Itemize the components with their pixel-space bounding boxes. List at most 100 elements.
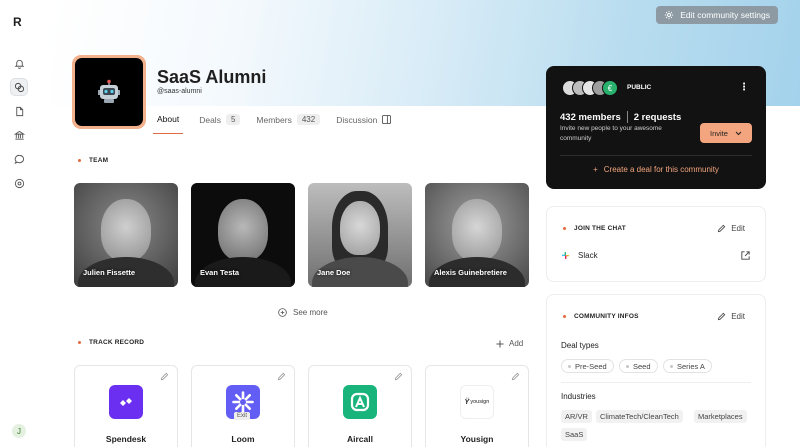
tab-label: Deals [199,114,221,125]
deal-name: Aircall [347,434,373,444]
community-infos-section-label: COMMUNITY INFOS [563,313,639,320]
track-record-section-label: TRACK RECORD [78,339,144,346]
visibility-label: PUBLIC [627,84,652,91]
section-dot-icon [78,341,81,344]
add-deal-button[interactable]: Add [496,339,523,348]
team-member-card[interactable]: Evan Testa [191,183,295,287]
deal-card[interactable]: Ÿ yousign Yousign [425,365,529,447]
section-label-text: JOIN THE CHAT [574,225,626,232]
section-dot-icon [563,315,566,318]
deal-type-chip: Series A [663,359,712,373]
yousign-wordmark: yousign [470,399,490,405]
see-more-button[interactable]: See more [278,308,328,317]
gear-icon [665,10,674,20]
deal-card[interactable]: Exit Loom [191,365,295,447]
pencil-icon[interactable] [394,372,403,381]
slack-link[interactable]: Slack [561,251,598,260]
tab-label: Members [256,114,292,125]
invite-description: Invite new people to your awesome commun… [560,125,662,142]
bank-icon[interactable] [10,126,28,144]
tab-about[interactable]: About [153,114,184,134]
industry-tag: ClimateTech/CleanTech [596,410,683,423]
deal-name: Spendesk [105,434,147,444]
member-photo [452,199,502,261]
invite-label: Invite [710,128,728,138]
community-avatar [72,55,146,129]
team-member-card[interactable]: Jane Doe [308,183,412,287]
edit-label: Edit [731,312,745,321]
industry-tag: Marketplaces [694,410,747,423]
join-chat-section-label: JOIN THE CHAT [563,225,626,232]
member-photo [218,199,268,261]
chevron-down-icon [735,131,742,135]
document-icon[interactable] [10,102,28,120]
slack-icon [561,251,570,260]
page-title: SaaS Alumni [157,67,267,87]
deal-name: Yousign [460,434,494,444]
external-link-icon[interactable] [740,250,751,261]
pencil-icon[interactable] [511,372,520,381]
tab-count-badge: 432 [296,114,321,125]
tab-label: About [157,114,180,124]
create-deal-button[interactable]: + Create a deal for this community [546,165,766,174]
yousign-logo: Ÿ yousign [460,385,494,419]
requests-count[interactable]: 2 requests [634,112,682,123]
invite-button[interactable]: Invite [700,123,752,143]
slack-label: Slack [578,251,598,260]
industry-tag: SaaS [561,428,588,441]
create-deal-label: Create a deal for this community [603,165,719,174]
plus-icon: + [593,165,598,174]
team-member-card[interactable]: Alexis Guinebretiere [425,183,529,287]
robot-icon [98,79,120,103]
members-count[interactable]: 432 members [560,112,621,123]
team-member-card[interactable]: Julien Fissette [74,183,178,287]
members-summary: 432 members 2 requests [560,111,681,123]
edit-community-settings-button[interactable]: Edit community settings [656,6,778,24]
bell-icon[interactable] [10,54,28,72]
user-avatar[interactable]: J [12,424,26,438]
plus-circle-icon [278,308,287,317]
section-label-text: TEAM [89,157,109,164]
pencil-icon[interactable] [277,372,286,381]
deal-card[interactable]: Spendesk [74,365,178,447]
section-label-text: COMMUNITY INFOS [574,313,639,320]
community-handle: @saas-alumni [157,88,202,95]
member-name: Evan Testa [200,268,240,277]
edit-chat-button[interactable]: Edit [717,224,745,233]
deal-type-chip: Seed [619,359,658,373]
settings-icon[interactable] [10,174,28,192]
spendesk-logo [109,385,143,419]
app-logo[interactable]: R [13,15,22,29]
tab-deals[interactable]: Deals 5 [199,114,241,134]
member-name: Jane Doe [317,268,351,277]
member-photo [101,199,151,261]
member-name: Alexis Guinebretiere [434,268,507,277]
team-section-label: TEAM [78,157,108,164]
chat-icon[interactable] [10,150,28,168]
deal-card[interactable]: Aircall [308,365,412,447]
tab-label: Discussion [336,114,378,125]
tab-discussion[interactable]: Discussion [336,114,392,134]
pencil-icon [717,224,726,233]
plus-icon [496,340,504,347]
communities-icon[interactable] [10,78,28,96]
add-label: Add [509,339,524,348]
community-summary-card: € PUBLIC ⋮ 432 members 2 requests Invite… [546,66,766,189]
deal-types-label: Deal types [561,341,599,350]
tab-members[interactable]: Members 432 [256,114,321,134]
edit-infos-button[interactable]: Edit [717,312,745,321]
industries-label: Industries [561,392,596,401]
pencil-icon[interactable] [160,372,169,381]
join-chat-panel: JOIN THE CHAT Edit Slack [546,206,766,282]
pencil-icon [717,312,726,321]
see-more-label: See more [293,308,328,317]
section-dot-icon [78,159,81,162]
more-options-icon[interactable]: ⋮ [739,82,749,93]
community-infos-panel: COMMUNITY INFOS Edit Deal types Pre-Seed… [546,294,766,447]
industry-tag: AR/VR [561,410,592,423]
section-dot-icon [563,227,566,230]
deal-name: Loom [231,434,255,444]
deal-type-chip: Pre-Seed [561,359,614,373]
member-photo [340,201,380,255]
tab-bar: About Deals 5 Members 432 Discussion [153,114,407,134]
